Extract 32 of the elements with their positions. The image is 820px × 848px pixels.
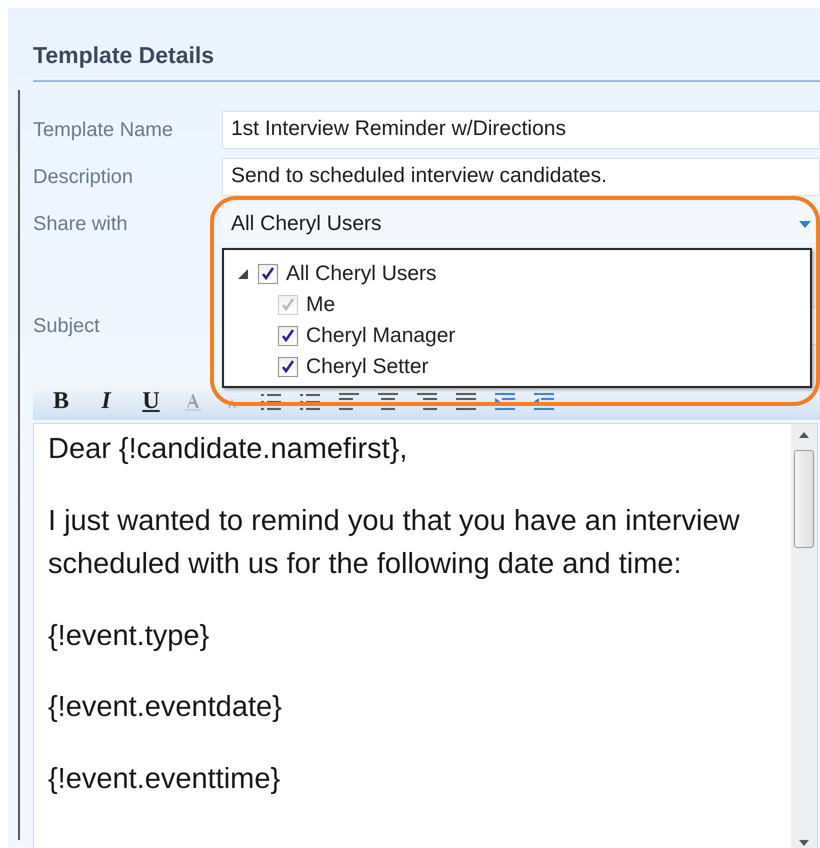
editor-paragraph: {!event.eventtime} [48,762,282,796]
checkbox[interactable] [278,356,298,376]
underline-button[interactable]: U [133,388,169,414]
tree-item-label: Me [306,292,336,316]
tree-item-label: Cheryl Manager [306,324,456,348]
scroll-down-icon[interactable] [799,840,809,846]
editor-paragraph: I just wanted to remind you that you have an interview scheduled with us for the following date and time: [48,504,741,582]
editor-paragraph: {!event.type} [48,618,210,654]
tree-item-label: Cheryl Setter [306,354,429,378]
tree-item-label: All Cheryl Users [286,262,437,286]
scroll-up-icon[interactable] [799,432,809,438]
checkbox[interactable] [258,264,278,284]
scrollbar[interactable] [791,424,817,848]
bold-button[interactable]: B [43,388,79,414]
field-label: Subject [33,314,101,338]
field-label: Share with [33,212,128,236]
tree-item[interactable]: Cheryl Setter [224,351,810,382]
caret-icon [799,220,811,228]
input-field[interactable]: Send to scheduled interview candidates. [222,158,820,196]
editor-paragraph: Dear {!candidate.namefirst}, [48,432,408,467]
italic-button[interactable]: I [88,388,124,414]
field-label: Template Name [33,118,174,142]
tree-item[interactable]: All Cheryl Users [224,258,810,289]
tree-item[interactable]: Cheryl Manager [224,320,810,351]
dropdown-field[interactable]: All Cheryl Users [222,205,820,243]
field-label: Description [33,166,134,188]
expand-icon[interactable] [238,268,248,278]
input-field[interactable]: 1st Interview Reminder w/Directions [222,111,820,149]
scroll-thumb[interactable] [794,450,814,548]
editor-paragraph: {!event.eventdate} [48,690,283,725]
checkbox[interactable] [278,326,298,346]
panel-title: Template Details [33,41,216,70]
